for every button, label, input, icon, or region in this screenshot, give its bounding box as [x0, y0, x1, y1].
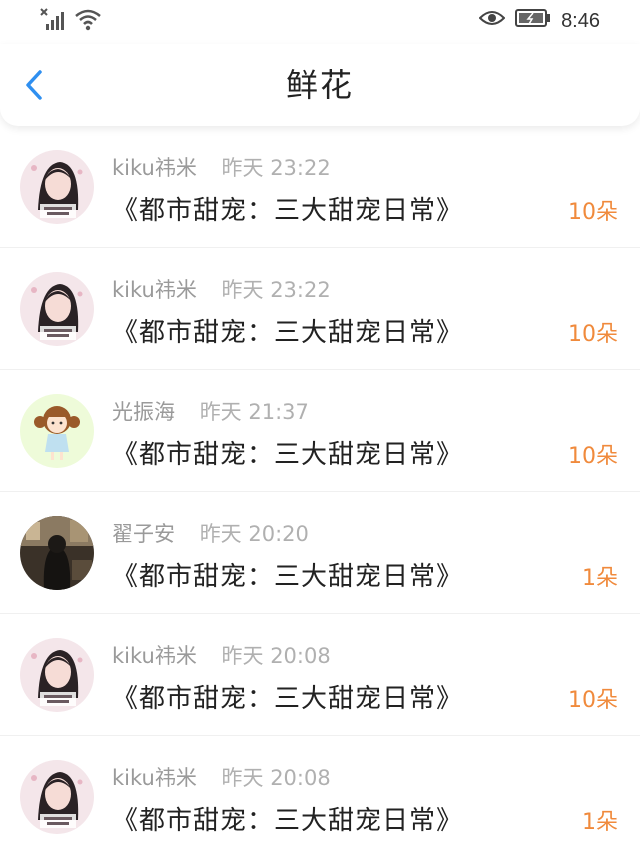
- book-title[interactable]: 《都市甜宠：三大甜宠日常》: [112, 678, 463, 715]
- screen: 8:46 鲜花 kiku祎米 昨天 23:22 《都市甜宠：三大甜宠日常》 10…: [0, 0, 640, 851]
- book-title[interactable]: 《都市甜宠：三大甜宠日常》: [112, 556, 463, 593]
- name-line: 光振海 昨天 21:37: [112, 396, 309, 426]
- name-line: kiku祎米 昨天 23:22: [112, 152, 331, 182]
- list-item[interactable]: 光振海 昨天 21:37 《都市甜宠：三大甜宠日常》 10朵: [0, 370, 640, 492]
- flower-amount: 10朵: [568, 322, 618, 347]
- name-line: kiku祎米 昨天 20:08: [112, 762, 331, 792]
- book-title[interactable]: 《都市甜宠：三大甜宠日常》: [112, 312, 463, 349]
- status-time: 8:46: [561, 9, 600, 32]
- timestamp: 昨天 20:20: [199, 522, 309, 546]
- user-name[interactable]: 光振海: [112, 400, 175, 424]
- signal-off-icon: [40, 8, 66, 36]
- timestamp: 昨天 23:22: [221, 156, 331, 180]
- flower-amount: 1朵: [582, 810, 618, 835]
- name-line: 翟子安 昨天 20:20: [112, 518, 309, 548]
- flower-amount: 10朵: [568, 200, 618, 225]
- flower-amount: 1朵: [582, 566, 618, 591]
- timestamp: 昨天 20:08: [221, 766, 331, 790]
- book-title[interactable]: 《都市甜宠：三大甜宠日常》: [112, 190, 463, 227]
- status-left: [40, 8, 102, 36]
- portrait-avatar[interactable]: [20, 760, 94, 834]
- user-name[interactable]: kiku祎米: [112, 766, 197, 790]
- page-title: 鲜花: [285, 66, 354, 104]
- portrait-avatar[interactable]: [20, 150, 94, 224]
- list-item[interactable]: kiku祎米 昨天 23:22 《都市甜宠：三大甜宠日常》 10朵: [0, 248, 640, 370]
- list-item[interactable]: 翟子安 昨天 20:20 《都市甜宠：三大甜宠日常》 1朵: [0, 492, 640, 614]
- flower-list: kiku祎米 昨天 23:22 《都市甜宠：三大甜宠日常》 10朵 kiku祎米…: [0, 126, 640, 851]
- name-line: kiku祎米 昨天 23:22: [112, 274, 331, 304]
- list-item[interactable]: kiku祎米 昨天 20:08 《都市甜宠：三大甜宠日常》 1朵: [0, 736, 640, 851]
- flower-amount: 10朵: [568, 444, 618, 469]
- list-item[interactable]: kiku祎米 昨天 23:22 《都市甜宠：三大甜宠日常》 10朵: [0, 126, 640, 248]
- user-name[interactable]: kiku祎米: [112, 278, 197, 302]
- user-name[interactable]: kiku祎米: [112, 156, 197, 180]
- header: 鲜花: [0, 44, 640, 126]
- portrait-avatar[interactable]: [20, 638, 94, 712]
- user-name[interactable]: kiku祎米: [112, 644, 197, 668]
- timestamp: 昨天 20:08: [221, 644, 331, 668]
- status-right: 8:46: [478, 8, 600, 34]
- status-bar: 8:46: [0, 0, 640, 44]
- wifi-icon: [74, 8, 102, 36]
- name-line: kiku祎米 昨天 20:08: [112, 640, 331, 670]
- portrait-avatar[interactable]: [20, 272, 94, 346]
- cartoon-girl-avatar[interactable]: [20, 394, 94, 468]
- book-title[interactable]: 《都市甜宠：三大甜宠日常》: [112, 800, 463, 837]
- list-item[interactable]: kiku祎米 昨天 20:08 《都市甜宠：三大甜宠日常》 10朵: [0, 614, 640, 736]
- book-title[interactable]: 《都市甜宠：三大甜宠日常》: [112, 434, 463, 471]
- flower-amount: 10朵: [568, 688, 618, 713]
- user-name[interactable]: 翟子安: [112, 522, 175, 546]
- battery-icon: [515, 8, 551, 34]
- eye-icon: [478, 8, 506, 34]
- timestamp: 昨天 23:22: [221, 278, 331, 302]
- timestamp: 昨天 21:37: [199, 400, 309, 424]
- dark-photo-avatar[interactable]: [20, 516, 94, 590]
